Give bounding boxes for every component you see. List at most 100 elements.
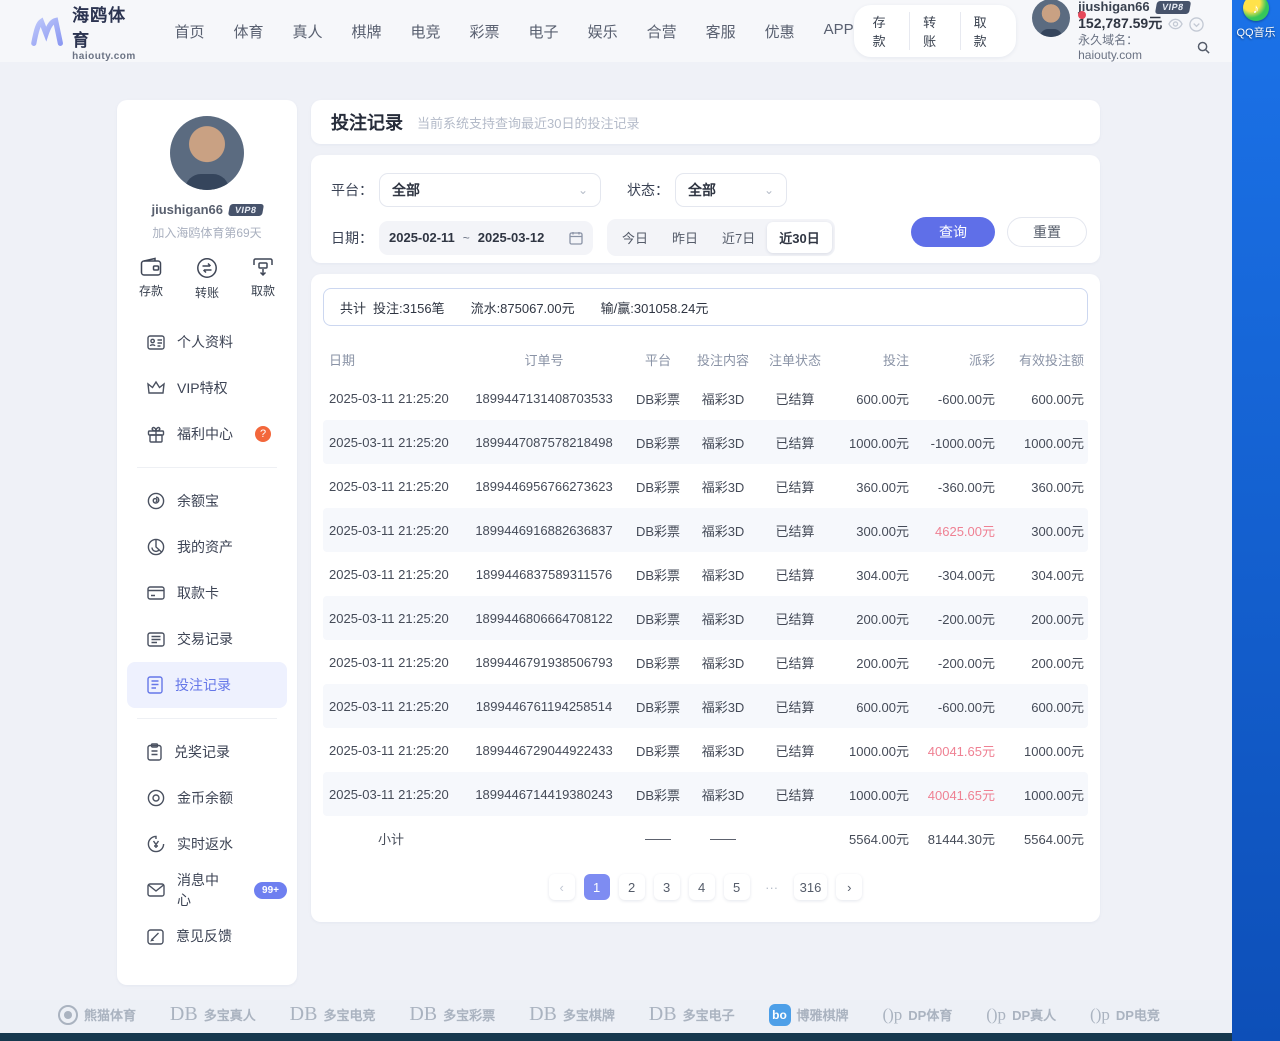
cell-status: 已结算	[759, 785, 831, 804]
status-select[interactable]: 全部 ⌄	[675, 173, 787, 207]
sidebar-item-welfare[interactable]: 福利中心 ?	[127, 411, 287, 457]
range-7days-button[interactable]: 近7日	[710, 222, 767, 253]
quick-deposit-label: 存款	[139, 282, 163, 299]
yuebao-icon	[147, 492, 165, 510]
deposit-button[interactable]: 存款	[860, 12, 910, 50]
id-card-icon	[147, 335, 165, 350]
status-label: 状态：	[627, 180, 669, 200]
cell-valid: 360.00元	[995, 477, 1084, 496]
sidebar-item-label: 兑奖记录	[174, 742, 230, 762]
quick-deposit-button[interactable]: 存款	[139, 257, 163, 301]
messages-badge: 99+	[254, 882, 287, 899]
range-today-button[interactable]: 今日	[610, 222, 660, 253]
mail-icon	[147, 883, 165, 897]
eye-icon[interactable]	[1168, 18, 1183, 30]
nav-item[interactable]: 电竞	[411, 21, 441, 42]
brand-logo[interactable]: 海鸥体育 haiouty.com	[30, 1, 140, 62]
next-page-button[interactable]: ›	[836, 874, 862, 900]
cell-platform: DB彩票	[629, 389, 687, 408]
nav-item[interactable]: 客服	[706, 21, 736, 42]
table-row: 2025-03-11 21:25:20 1899447087578218498 …	[323, 420, 1088, 464]
divider	[137, 718, 277, 719]
sidebar-item-withdraw-card[interactable]: 取款卡	[127, 570, 287, 616]
nav-item[interactable]: 彩票	[470, 21, 500, 42]
nav-item[interactable]: 真人	[292, 21, 322, 42]
page-button[interactable]: 2	[619, 874, 645, 900]
sidebar-item-coin-balance[interactable]: 金币余额	[127, 775, 287, 821]
sidebar-item-assets[interactable]: 我的资产	[127, 524, 287, 570]
nav-item[interactable]: 首页	[174, 21, 204, 42]
sidebar-item-messages[interactable]: 消息中心 99+	[127, 867, 287, 913]
quick-transfer-label: 转账	[195, 284, 219, 301]
assets-icon	[147, 538, 165, 556]
date-range-input[interactable]: 2025-02-11 ~ 2025-03-12	[379, 221, 593, 255]
transaction-list-icon	[147, 632, 165, 647]
top-navbar: 海鸥体育 haiouty.com 首页 体育 真人 棋牌 电竞 彩票 电子 娱乐 合营 客服 优惠 A…	[0, 0, 1232, 62]
prev-page-button[interactable]: ‹	[549, 874, 575, 900]
avatar[interactable]	[1032, 0, 1070, 37]
sidebar-item-label: 余额宝	[177, 491, 219, 511]
sidebar-item-prize-records[interactable]: 兑奖记录	[127, 729, 287, 775]
cell-date: 2025-03-11 21:25:20	[323, 479, 459, 494]
page-button[interactable]: 316	[794, 874, 828, 900]
cell-bet: 600.00元	[831, 389, 909, 408]
cell-bet: 1000.00元	[831, 433, 909, 452]
cell-content: 福彩3D	[687, 477, 759, 496]
quick-range-group: 今日 昨日 近7日 近30日	[607, 219, 835, 256]
col-content: 投注内容	[687, 350, 759, 369]
nav-item[interactable]: 电子	[529, 21, 559, 42]
withdraw-button[interactable]: 取款	[960, 12, 1011, 50]
cell-order: 1899446837589311576	[459, 567, 629, 582]
reset-button[interactable]: 重置	[1007, 217, 1087, 247]
subtotal-valid: 5564.00元	[995, 829, 1084, 848]
platform-select[interactable]: 全部 ⌄	[379, 173, 601, 207]
partner-mark-icon: DB	[409, 1003, 437, 1026]
nav-item[interactable]: APP	[824, 21, 854, 42]
cell-date: 2025-03-11 21:25:20	[323, 787, 459, 802]
sidebar-item-yuebao[interactable]: 余额宝	[127, 478, 287, 524]
nav-item[interactable]: 棋牌	[352, 21, 382, 42]
subtotal-bet: 5564.00元	[831, 829, 909, 848]
sidebar-item-bet-records[interactable]: 投注记录	[127, 662, 287, 708]
qq-music-icon[interactable]: ♪	[1243, 0, 1269, 21]
cell-platform: DB彩票	[629, 697, 687, 716]
page-button[interactable]: 3	[654, 874, 680, 900]
page-button[interactable]: 4	[689, 874, 715, 900]
cell-platform: DB彩票	[629, 433, 687, 452]
nav-item[interactable]: 合营	[647, 21, 677, 42]
page-subtitle: 当前系统支持查询最近30日的投注记录	[417, 113, 639, 132]
sidebar-item-transactions[interactable]: 交易记录	[127, 616, 287, 662]
subtotal-label: 小计	[323, 829, 459, 848]
profile-avatar[interactable]	[170, 116, 244, 190]
sidebar-item-feedback[interactable]: 意见反馈	[127, 913, 287, 959]
clipboard-icon	[147, 743, 162, 761]
range-30days-button[interactable]: 近30日	[767, 222, 831, 253]
nav-item[interactable]: 体育	[233, 21, 263, 42]
sidebar-item-vip[interactable]: VIP特权	[127, 365, 287, 411]
table-row: 2025-03-11 21:25:20 1899446729044922433 …	[323, 728, 1088, 772]
page-button[interactable]: ···	[759, 874, 785, 900]
nav-item[interactable]: 娱乐	[588, 21, 618, 42]
chevron-down-circle-icon[interactable]	[1189, 17, 1204, 32]
bank-card-icon	[147, 586, 165, 600]
sidebar-menu: 个人资料 VIP特权 福利中心 ? 余额宝 我的资产 取款卡	[117, 319, 297, 959]
sidebar-item-rebate[interactable]: 实时返水	[127, 821, 287, 867]
cell-payout: -1000.00元	[909, 433, 995, 452]
cell-order: 1899446791938506793	[459, 655, 629, 670]
nav-item[interactable]: 优惠	[765, 21, 795, 42]
search-button[interactable]: 查询	[911, 217, 995, 247]
page-button[interactable]: 1	[584, 874, 610, 900]
sidebar-item-profile[interactable]: 个人资料	[127, 319, 287, 365]
quick-transfer-button[interactable]: 转账	[195, 257, 219, 301]
range-yesterday-button[interactable]: 昨日	[660, 222, 710, 253]
page-button[interactable]: 5	[724, 874, 750, 900]
cell-status: 已结算	[759, 433, 831, 452]
search-icon[interactable]	[1197, 41, 1210, 54]
col-valid: 有效投注额	[995, 350, 1084, 369]
transfer-button[interactable]: 转账	[909, 12, 960, 50]
summary-turnover: 流水:875067.00元	[471, 298, 575, 317]
cell-payout: 4625.00元	[909, 521, 995, 540]
quick-withdraw-button[interactable]: 取款	[251, 257, 275, 301]
partner-logo: bo 博雅棋牌	[769, 1004, 849, 1026]
sidebar-item-label: 福利中心	[177, 424, 233, 444]
